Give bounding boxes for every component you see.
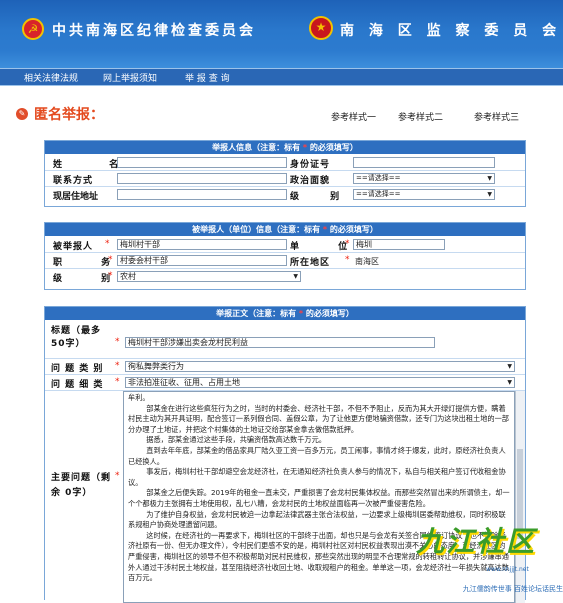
title-input[interactable]: 梅圳村干部涉嫌出卖会龙村民利益 [125,337,435,348]
reference-style-3-link[interactable]: 参考样式三 [474,110,519,123]
header-text: 的必须填写） [303,309,354,318]
reported-row-1: 被举报人 * 梅圳村干部 单 位 * 梅圳 [45,237,525,253]
politics-select-value: ==请选择== [356,174,401,182]
detail-select-value: 非法拍准征收、征用、占用土地 [128,378,240,387]
politics-label: 政治面貌 [290,176,331,186]
address-label: 现居住地址 [53,192,99,202]
detail-row: 问 题 细 类 * 非法拍准征收、征用、占用土地 ▼ [45,375,525,391]
reported-person-label: 被举报人 [53,242,94,252]
chevron-down-icon: ▼ [507,363,512,370]
watermark-url: www.nhjjjt.net [486,566,529,573]
required-star: * [115,377,120,387]
footer-slogan: 九江儒韵传世事 百姓论坛话民生 [462,585,563,593]
reporter-info-section: 举报人信息（注意：标有 * 的必须填写） 姓 名 身份证号 联系方式 政治面貌 … [44,140,526,207]
nav-query-link[interactable]: 举 报 查 询 [185,71,230,84]
chevron-down-icon: ▼ [487,191,492,198]
reported-row-3: 级 别 * 农村 ▼ [45,269,525,284]
politics-select[interactable]: ==请选择== ▼ [353,173,495,184]
site-banner: ☭ 中共南海区纪律检查委员会 ★ 南 海 区 监 察 委 员 会 [0,0,563,68]
commission-title: 中共南海区纪律检查委员会 [52,23,256,39]
supervision-title: 南 海 区 监 察 委 员 会 [340,23,562,39]
category-select-value: 徇私舞弊类行为 [128,362,184,371]
national-emblem-icon: ★ [309,16,333,40]
report-body-header: 举报正文（注意：标有 * 的必须填写） [45,307,525,320]
nav-laws-link[interactable]: 相关法律法规 [24,71,78,84]
region-label: 所在地区 [290,258,331,268]
id-number-input[interactable] [353,157,495,168]
contact-label: 联系方式 [53,176,94,186]
watermark-brand: 九江社区 [416,525,537,558]
title-row: 标题（最多50字） * 梅圳村干部涉嫌出卖会龙村民利益 [45,321,525,359]
nav-guide-link[interactable]: 网上举报须知 [103,71,157,84]
detail-label: 问 题 细 类 [51,380,104,390]
pencil-icon: ✎ [16,108,28,120]
chevron-down-icon: ▼ [507,379,512,386]
unit-input[interactable]: 梅圳 [353,239,445,250]
site-watermark: 九江社区 www.nhjjjt.net [416,520,556,582]
id-number-label: 身份证号 [290,160,331,170]
header-text: 的必须填写） [327,225,378,234]
chevron-down-icon: ▼ [293,273,298,280]
grade-select[interactable]: 农村 ▼ [117,271,301,282]
reporter-row-1: 姓 名 身份证号 [45,155,525,171]
required-star: * [108,255,113,265]
reported-info-section: 被举报人（单位）信息（注意：标有 * 的必须填写） 被举报人 * 梅圳村干部 单… [44,222,526,290]
region-value: 南海区 [355,257,379,266]
reference-style-2-link[interactable]: 参考样式二 [398,110,443,123]
category-row: 问 题 类 别 * 徇私舞弊类行为 ▼ [45,359,525,375]
detail-select[interactable]: 非法拍准征收、征用、占用土地 ▼ [125,377,515,388]
reference-style-1-link[interactable]: 参考样式一 [331,110,376,123]
header-text: 举报人信息（注意：标有 [212,143,303,152]
category-label: 问 题 类 别 [51,364,104,374]
top-nav: 相关法律法规 网上举报须知 举 报 查 询 [0,68,563,86]
title-label: 标题（最多50字） [51,326,102,349]
header-text: 被举报人（单位）信息（注意：标有 [192,225,323,234]
contact-input[interactable] [117,173,287,184]
required-star: * [115,337,120,347]
required-star: * [345,255,350,265]
reported-section-header: 被举报人（单位）信息（注意：标有 * 的必须填写） [45,223,525,236]
level-select[interactable]: ==请选择== ▼ [353,189,495,200]
reporter-row-2: 联系方式 政治面貌 ==请选择== ▼ [45,171,525,187]
required-star: * [345,239,350,249]
required-star: * [115,361,120,371]
page-title: 匿名举报： [34,107,104,123]
grade-select-value: 农村 [120,272,136,281]
address-input[interactable] [117,189,287,200]
reporter-section-header: 举报人信息（注意：标有 * 的必须填写） [45,141,525,154]
position-input[interactable]: 村委会村干部 [117,255,287,266]
chevron-down-icon: ▼ [487,175,492,182]
required-star: * [105,239,110,249]
reported-row-2: 职 务 * 村委会村干部 所在地区 * 南海区 [45,253,525,269]
level-label: 级 别 [290,192,354,202]
reported-person-input[interactable]: 梅圳村干部 [117,239,287,250]
reporter-row-3: 现居住地址 级 别 ==请选择== ▼ [45,187,525,202]
required-star: * [108,271,113,281]
name-input[interactable] [117,157,287,168]
required-star: * [115,471,120,481]
header-text: 的必须填写） [307,143,358,152]
content-label: 主要问题（剩余 0字） [51,473,112,498]
level-select-value: ==请选择== [356,190,401,198]
header-text: 举报正文（注意：标有 [216,309,299,318]
party-emblem-icon: ☭ [22,18,44,40]
category-select[interactable]: 徇私舞弊类行为 ▼ [125,361,515,372]
